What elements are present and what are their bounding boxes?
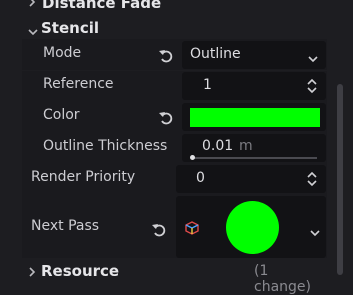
render-priority-label: Render Priority	[31, 169, 136, 185]
reference-spinbox[interactable]: 1	[182, 72, 326, 100]
slider-track	[191, 157, 317, 159]
mode-label: Mode	[43, 45, 82, 61]
section-distance-fade[interactable]: Distance Fade	[28, 0, 328, 14]
reference-label: Reference	[43, 76, 114, 92]
material-preview-sphere	[226, 201, 279, 254]
outline-thickness-slider[interactable]: 0.01 m	[182, 134, 326, 162]
section-resource[interactable]: Resource (1 change)	[28, 261, 328, 295]
outline-thickness-unit: m	[239, 138, 253, 154]
spinner-arrows-icon[interactable]	[306, 171, 318, 191]
outline-thickness-label: Outline Thickness	[43, 138, 168, 154]
chevron-right-icon	[28, 0, 36, 10]
render-priority-spinbox[interactable]: 0	[176, 165, 326, 193]
spinner-arrows-icon[interactable]	[306, 78, 318, 98]
color-picker-button[interactable]	[182, 103, 326, 131]
material-resource-icon	[185, 221, 199, 239]
section-stencil[interactable]: Stencil	[28, 18, 328, 40]
slider-grabber[interactable]	[190, 155, 195, 160]
render-priority-value: 0	[196, 170, 205, 186]
outline-thickness-value: 0.01	[202, 138, 234, 154]
section-label: Resource	[41, 262, 120, 280]
chevron-right-icon	[28, 265, 36, 281]
revert-icon[interactable]	[158, 110, 174, 126]
reference-value: 1	[203, 77, 212, 93]
chevron-down-icon[interactable]	[310, 225, 320, 241]
mode-value: Outline	[190, 46, 241, 62]
inspector-scrollbar[interactable]	[337, 84, 343, 275]
section-label: Distance Fade	[42, 0, 162, 12]
color-label: Color	[43, 107, 80, 123]
change-count-badge: (1 change)	[254, 263, 311, 295]
color-swatch	[190, 108, 320, 127]
chevron-down-icon	[308, 51, 318, 67]
revert-icon[interactable]	[151, 222, 167, 238]
mode-dropdown[interactable]: Outline	[182, 41, 326, 69]
chevron-down-icon	[28, 24, 38, 40]
revert-icon[interactable]	[158, 48, 174, 64]
next-pass-resource-picker[interactable]	[176, 196, 326, 258]
next-pass-label: Next Pass	[31, 218, 100, 234]
section-label: Stencil	[41, 19, 100, 37]
